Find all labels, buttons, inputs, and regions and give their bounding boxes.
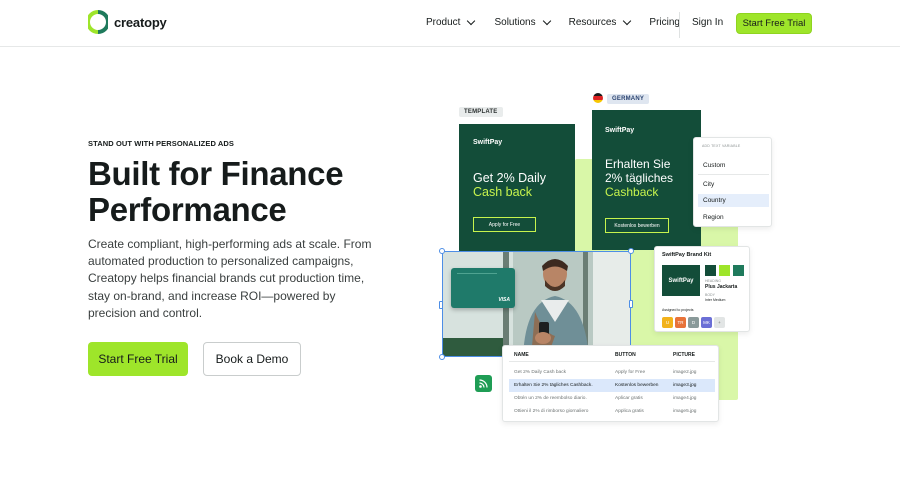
panel-title: ADD TEXT VARIABLE bbox=[702, 144, 741, 148]
germany-flag-icon bbox=[593, 93, 603, 103]
table-row[interactable]: Obtén un 2% de reembolso diario. Aplicar… bbox=[509, 392, 715, 405]
main-nav: Product Solutions Resources Pricing bbox=[426, 16, 680, 28]
feed-icon bbox=[475, 375, 492, 392]
table-divider bbox=[509, 361, 715, 362]
book-demo-button[interactable]: Book a Demo bbox=[203, 342, 301, 376]
creatopy-logo-icon bbox=[86, 10, 110, 34]
card-stripe bbox=[457, 273, 497, 274]
hero-headline: Built for Finance Performance bbox=[88, 156, 408, 228]
cell-name: Get 2% Daily Cash back bbox=[514, 370, 566, 375]
card-headline-line: Cash back bbox=[473, 185, 533, 199]
nav-divider bbox=[679, 12, 680, 38]
nav-resources[interactable]: Resources bbox=[568, 16, 632, 28]
card-headline-line: Get 2% Daily bbox=[473, 171, 546, 185]
card-headline-line: Cashback bbox=[605, 185, 659, 199]
nav-label: Resources bbox=[568, 17, 617, 28]
column-header: PICTURE bbox=[673, 352, 695, 358]
cell-picture: image5.jpg bbox=[673, 409, 697, 414]
nav-label: Product bbox=[426, 17, 461, 28]
project-avatar: D bbox=[688, 317, 699, 328]
hero-eyebrow: STAND OUT WITH PERSONALIZED ADS bbox=[88, 139, 235, 148]
nav-label: Pricing bbox=[649, 17, 680, 28]
feed-data-table: NAME BUTTON PICTURE Get 2% Daily Cash ba… bbox=[502, 345, 719, 422]
body-font-name: Inter Medium bbox=[705, 298, 726, 302]
brand-kit-title: SwiftPay Brand Kit bbox=[662, 252, 712, 258]
table-row-selected[interactable]: Erhalten Sie 2% tägliches Cashback. Kost… bbox=[509, 379, 715, 392]
chevron-down-icon bbox=[542, 16, 551, 26]
card-headline: Get 2% Daily Cash back bbox=[473, 171, 546, 199]
brand-kit-panel: SwiftPay Brand Kit SwiftPay HEADING Plus… bbox=[654, 246, 750, 332]
cell-button: Kostenlos bewerben bbox=[615, 383, 659, 388]
brand-logo: SwiftPay bbox=[662, 265, 700, 296]
heading-font-label: HEADING bbox=[705, 279, 721, 283]
site-header: creatopy Product Solutions Resources Pri… bbox=[0, 0, 900, 47]
project-avatar: TR bbox=[675, 317, 686, 328]
resize-handle[interactable] bbox=[439, 354, 445, 360]
card-brand: SwiftPay bbox=[473, 139, 503, 146]
campaign-photo: VISA bbox=[442, 251, 631, 357]
logo-text: creatopy bbox=[114, 14, 167, 30]
cell-picture: image2.jpg bbox=[673, 370, 697, 375]
resize-handle[interactable] bbox=[629, 300, 633, 308]
card-headline: Erhalten Sie 2% tägliches Cashback bbox=[605, 157, 673, 199]
nav-solutions[interactable]: Solutions bbox=[494, 16, 551, 28]
nav-product[interactable]: Product bbox=[426, 16, 476, 28]
heading-font-name: Plus Jackarta bbox=[705, 284, 738, 290]
credit-card: VISA bbox=[451, 268, 515, 308]
nav-label: Solutions bbox=[494, 17, 536, 28]
chevron-down-icon bbox=[623, 16, 632, 26]
variable-option[interactable]: Custom bbox=[698, 159, 769, 172]
card-headline-line: 2% tägliches bbox=[605, 171, 674, 185]
sign-in-link[interactable]: Sign In bbox=[692, 17, 723, 28]
headline-line: Built for Finance bbox=[88, 155, 344, 192]
table-row[interactable]: Get 2% Daily Cash back Apply for Free im… bbox=[509, 366, 715, 379]
body-font-label: BODY bbox=[705, 293, 715, 297]
germany-tag: GERMANY bbox=[607, 94, 650, 104]
germany-ad-card: SwiftPay Erhalten Sie 2% tägliches Cashb… bbox=[592, 110, 701, 250]
template-ad-card: SwiftPay Get 2% Daily Cash back Apply fo… bbox=[459, 124, 575, 254]
color-swatch bbox=[733, 265, 744, 276]
column-header: BUTTON bbox=[615, 352, 636, 358]
color-swatch bbox=[705, 265, 716, 276]
cell-name: Erhalten Sie 2% tägliches Cashback. bbox=[514, 383, 593, 388]
variable-option-selected[interactable]: Country bbox=[698, 194, 769, 207]
variable-option[interactable]: City bbox=[698, 178, 769, 191]
card-network: VISA bbox=[498, 297, 510, 303]
resize-handle[interactable] bbox=[628, 248, 634, 254]
variable-option[interactable]: Region bbox=[698, 211, 769, 224]
headline-line: Performance bbox=[88, 191, 287, 228]
cell-picture: image3.jpg bbox=[673, 383, 697, 388]
text-variable-panel: ADD TEXT VARIABLE Custom City Country Re… bbox=[693, 137, 772, 227]
resize-handle[interactable] bbox=[439, 248, 445, 254]
card-apply-button: Kostenlos bewerben bbox=[605, 218, 669, 233]
cell-name: Obtén un 2% de reembolso diario. bbox=[514, 396, 587, 401]
template-tag: TEMPLATE bbox=[459, 107, 503, 117]
add-project-icon: + bbox=[714, 317, 725, 328]
cell-button: Applica gratis bbox=[615, 409, 644, 414]
card-brand: SwiftPay bbox=[605, 127, 635, 134]
hero-description: Create compliant, high-performing ads at… bbox=[88, 237, 372, 320]
color-swatch bbox=[719, 265, 730, 276]
cell-name: Ottieni il 2% di rimborso giornaliero bbox=[514, 409, 589, 414]
panel-divider bbox=[698, 174, 769, 175]
cell-button: Apply for Free bbox=[615, 370, 646, 375]
table-row[interactable]: Ottieni il 2% di rimborso giornaliero Ap… bbox=[509, 405, 715, 418]
start-free-trial-button[interactable]: Start Free Trial bbox=[88, 342, 188, 376]
assigned-label: Assigned to projects bbox=[662, 308, 694, 312]
chevron-down-icon bbox=[467, 16, 476, 26]
header-start-trial-button[interactable]: Start Free Trial bbox=[736, 13, 812, 34]
logo[interactable]: creatopy bbox=[86, 10, 167, 34]
project-avatar: U bbox=[662, 317, 673, 328]
resize-handle[interactable] bbox=[439, 301, 443, 309]
nav-pricing[interactable]: Pricing bbox=[649, 17, 680, 28]
project-avatar: MK bbox=[701, 317, 712, 328]
cell-button: Aplicar gratis bbox=[615, 396, 643, 401]
cell-picture: image4.jpg bbox=[673, 396, 697, 401]
card-apply-button: Apply for Free bbox=[473, 217, 536, 232]
column-header: NAME bbox=[514, 352, 529, 358]
card-headline-line: Erhalten Sie bbox=[605, 157, 671, 171]
